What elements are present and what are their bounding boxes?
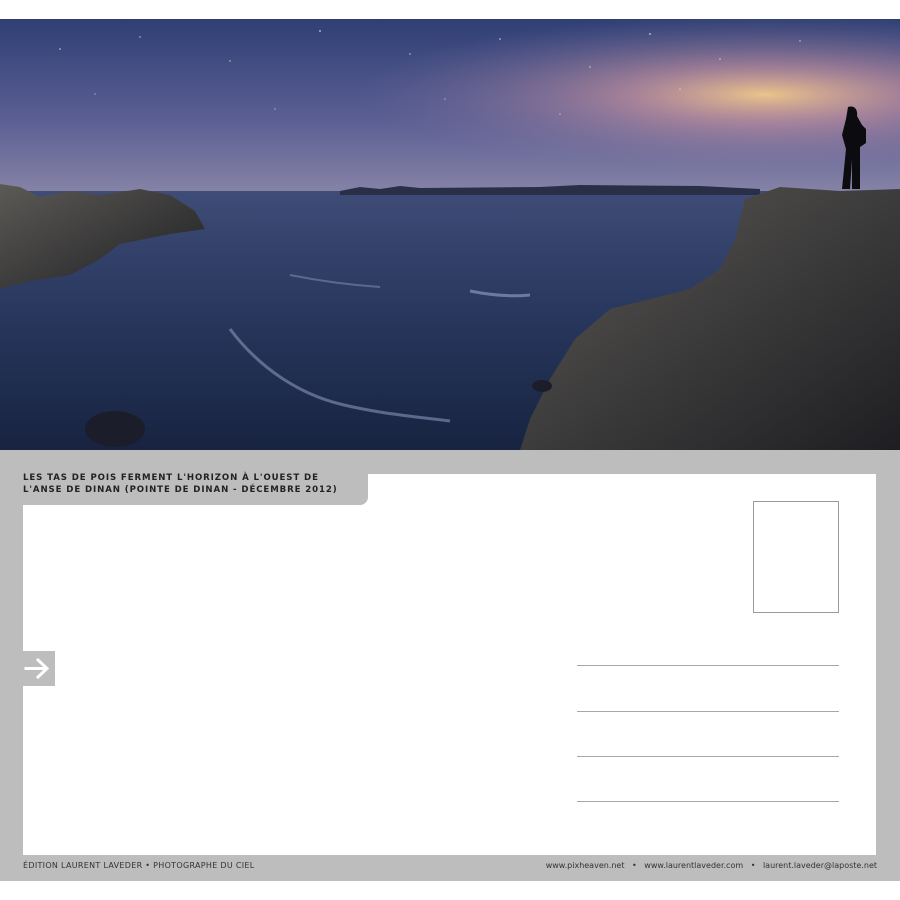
night-seascape-image [0,19,900,450]
address-line-4 [577,801,839,802]
footer-publisher: ÉDITION LAURENT LAVEDER • PHOTOGRAPHE DU… [23,861,255,870]
arrow-right-icon [24,657,50,680]
photo-caption: LES TAS DE POIS FERMENT L'HORIZON À L'OU… [23,472,368,496]
footer-link-email[interactable]: laurent.laveder@laposte.net [763,861,877,870]
landscape-photo [0,19,900,450]
footer-separator: • [632,861,637,870]
footer-separator: • [750,861,756,870]
footer-link-website[interactable]: www.pixheaven.net [546,861,625,870]
footer-links: www.pixheaven.net • www.laurentlaveder.c… [546,861,877,870]
address-line-1 [577,665,839,666]
address-line-3 [577,756,839,757]
arrow-tab [23,651,55,686]
caption-line-1: LES TAS DE POIS FERMENT L'HORIZON À L'OU… [23,473,319,483]
address-line-2 [577,711,839,712]
caption-line-2: L'ANSE DE DINAN (POINTE DE DINAN - DÉCEM… [23,485,338,495]
footer-link-site[interactable]: www.laurentlaveder.com [644,861,743,870]
stamp-box [753,501,839,613]
